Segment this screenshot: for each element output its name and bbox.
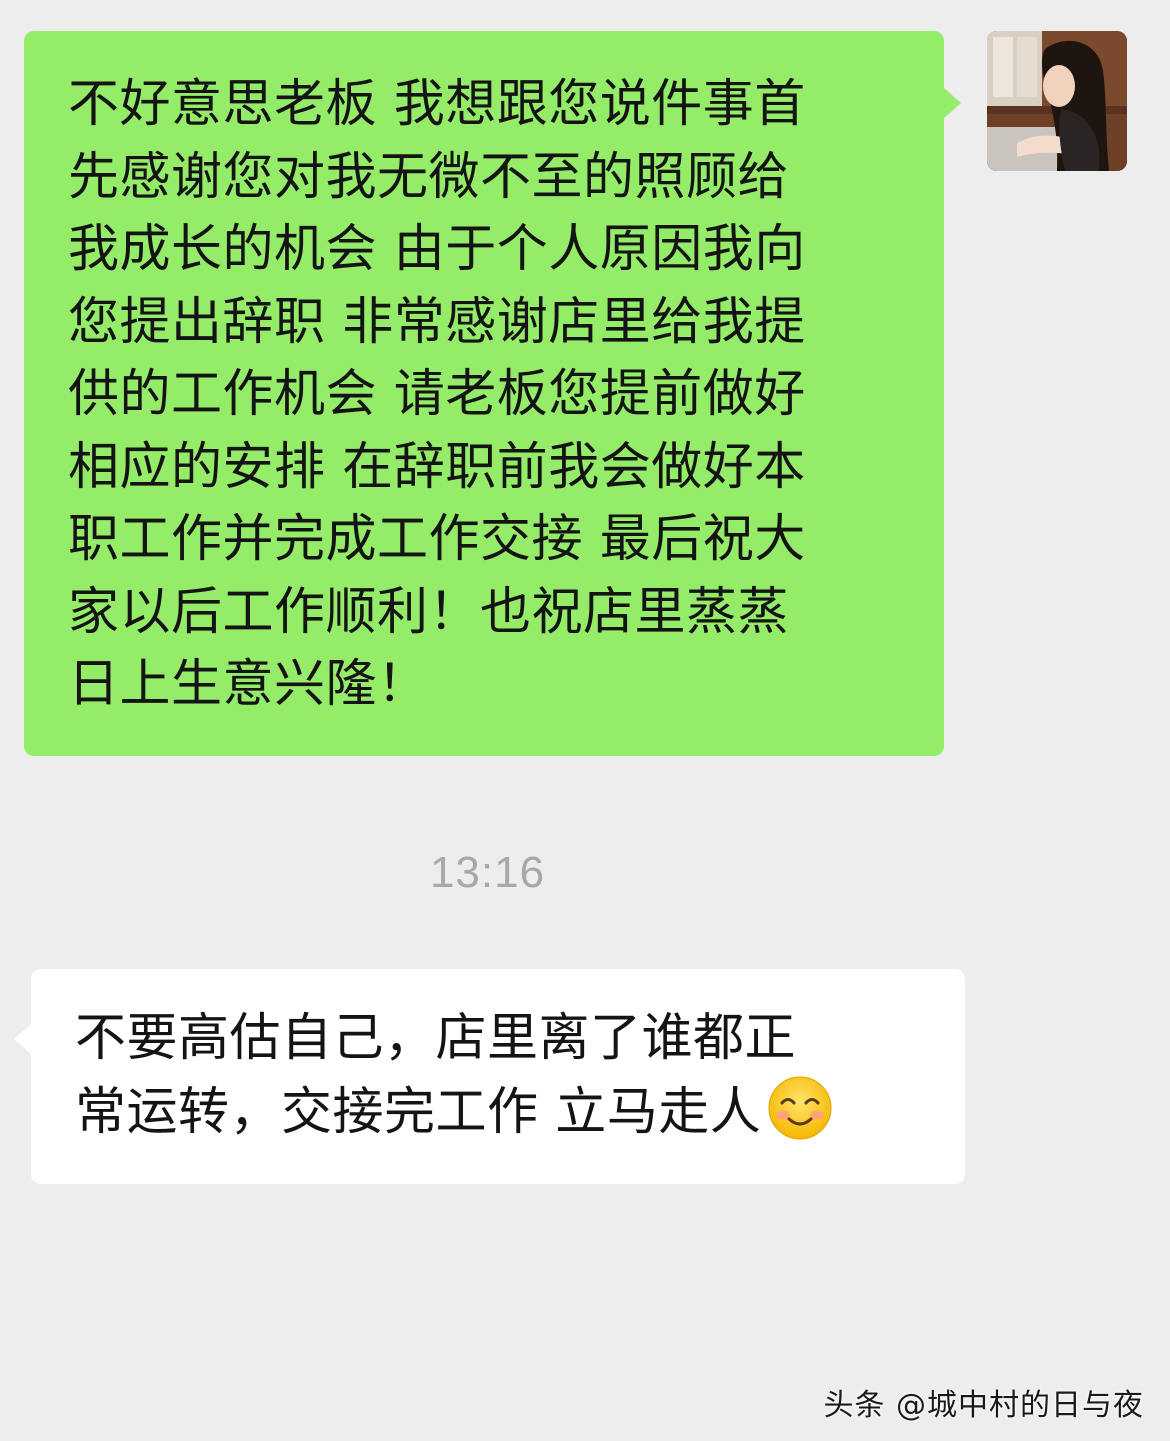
sent-message-line: 不好意思老板 我想跟您说件事首 — [68, 75, 806, 134]
sent-message-line: 日上生意兴隆！ — [68, 655, 429, 714]
sent-message-line: 先感谢您对我无微不至的照顾给 — [68, 147, 790, 207]
watermark: 头条 @城中村的日与夜 — [823, 1388, 1144, 1423]
sent-message-line: 我成长的机会 由于个人原因我向 — [68, 220, 806, 279]
sent-message-line: 供的工作机会 请老板您提前做好 — [68, 365, 806, 424]
sent-message-bubble[interactable]: 不好意思老板 我想跟您说件事首 先感谢您对我无微不至的照顾给 我成长的机会 由于… — [24, 31, 961, 756]
received-message-line: 不要高估自己，店里离了谁都正 — [75, 1009, 797, 1068]
sent-message-text: 不好意思老板 我想跟您说件事首 先感谢您对我无微不至的照顾给 我成长的机会 由于… — [68, 69, 914, 722]
chat-window: 不好意思老板 我想跟您说件事首 先感谢您对我无微不至的照顾给 我成长的机会 由于… — [0, 0, 1170, 1441]
received-message-bubble[interactable]: 不要高估自己，店里离了谁都正 常运转，交接完工作 立马走人 — [14, 969, 965, 1184]
avatar-photo-icon — [987, 31, 1127, 171]
received-message-text: 不要高估自己，店里离了谁都正 常运转，交接完工作 立马走人 — [75, 1003, 945, 1149]
avatar[interactable] — [987, 31, 1127, 171]
received-message-line-with-emoji: 常运转，交接完工作 立马走人 — [75, 1075, 945, 1149]
smiling-face-icon — [768, 1076, 832, 1140]
sent-message-line: 相应的安排 在辞职前我会做好本 — [68, 437, 806, 497]
message-timestamp: 13:16 — [429, 848, 546, 897]
sent-message-line: 家以后工作顺利！也祝店里蒸蒸 — [68, 582, 790, 642]
sent-message-line: 您提出辞职 非常感谢店里给我提 — [68, 292, 806, 352]
sent-message-line: 职工作并完成工作交接 最后祝大 — [68, 510, 806, 569]
received-message-line: 常运转，交接完工作 立马走人 — [75, 1083, 762, 1142]
